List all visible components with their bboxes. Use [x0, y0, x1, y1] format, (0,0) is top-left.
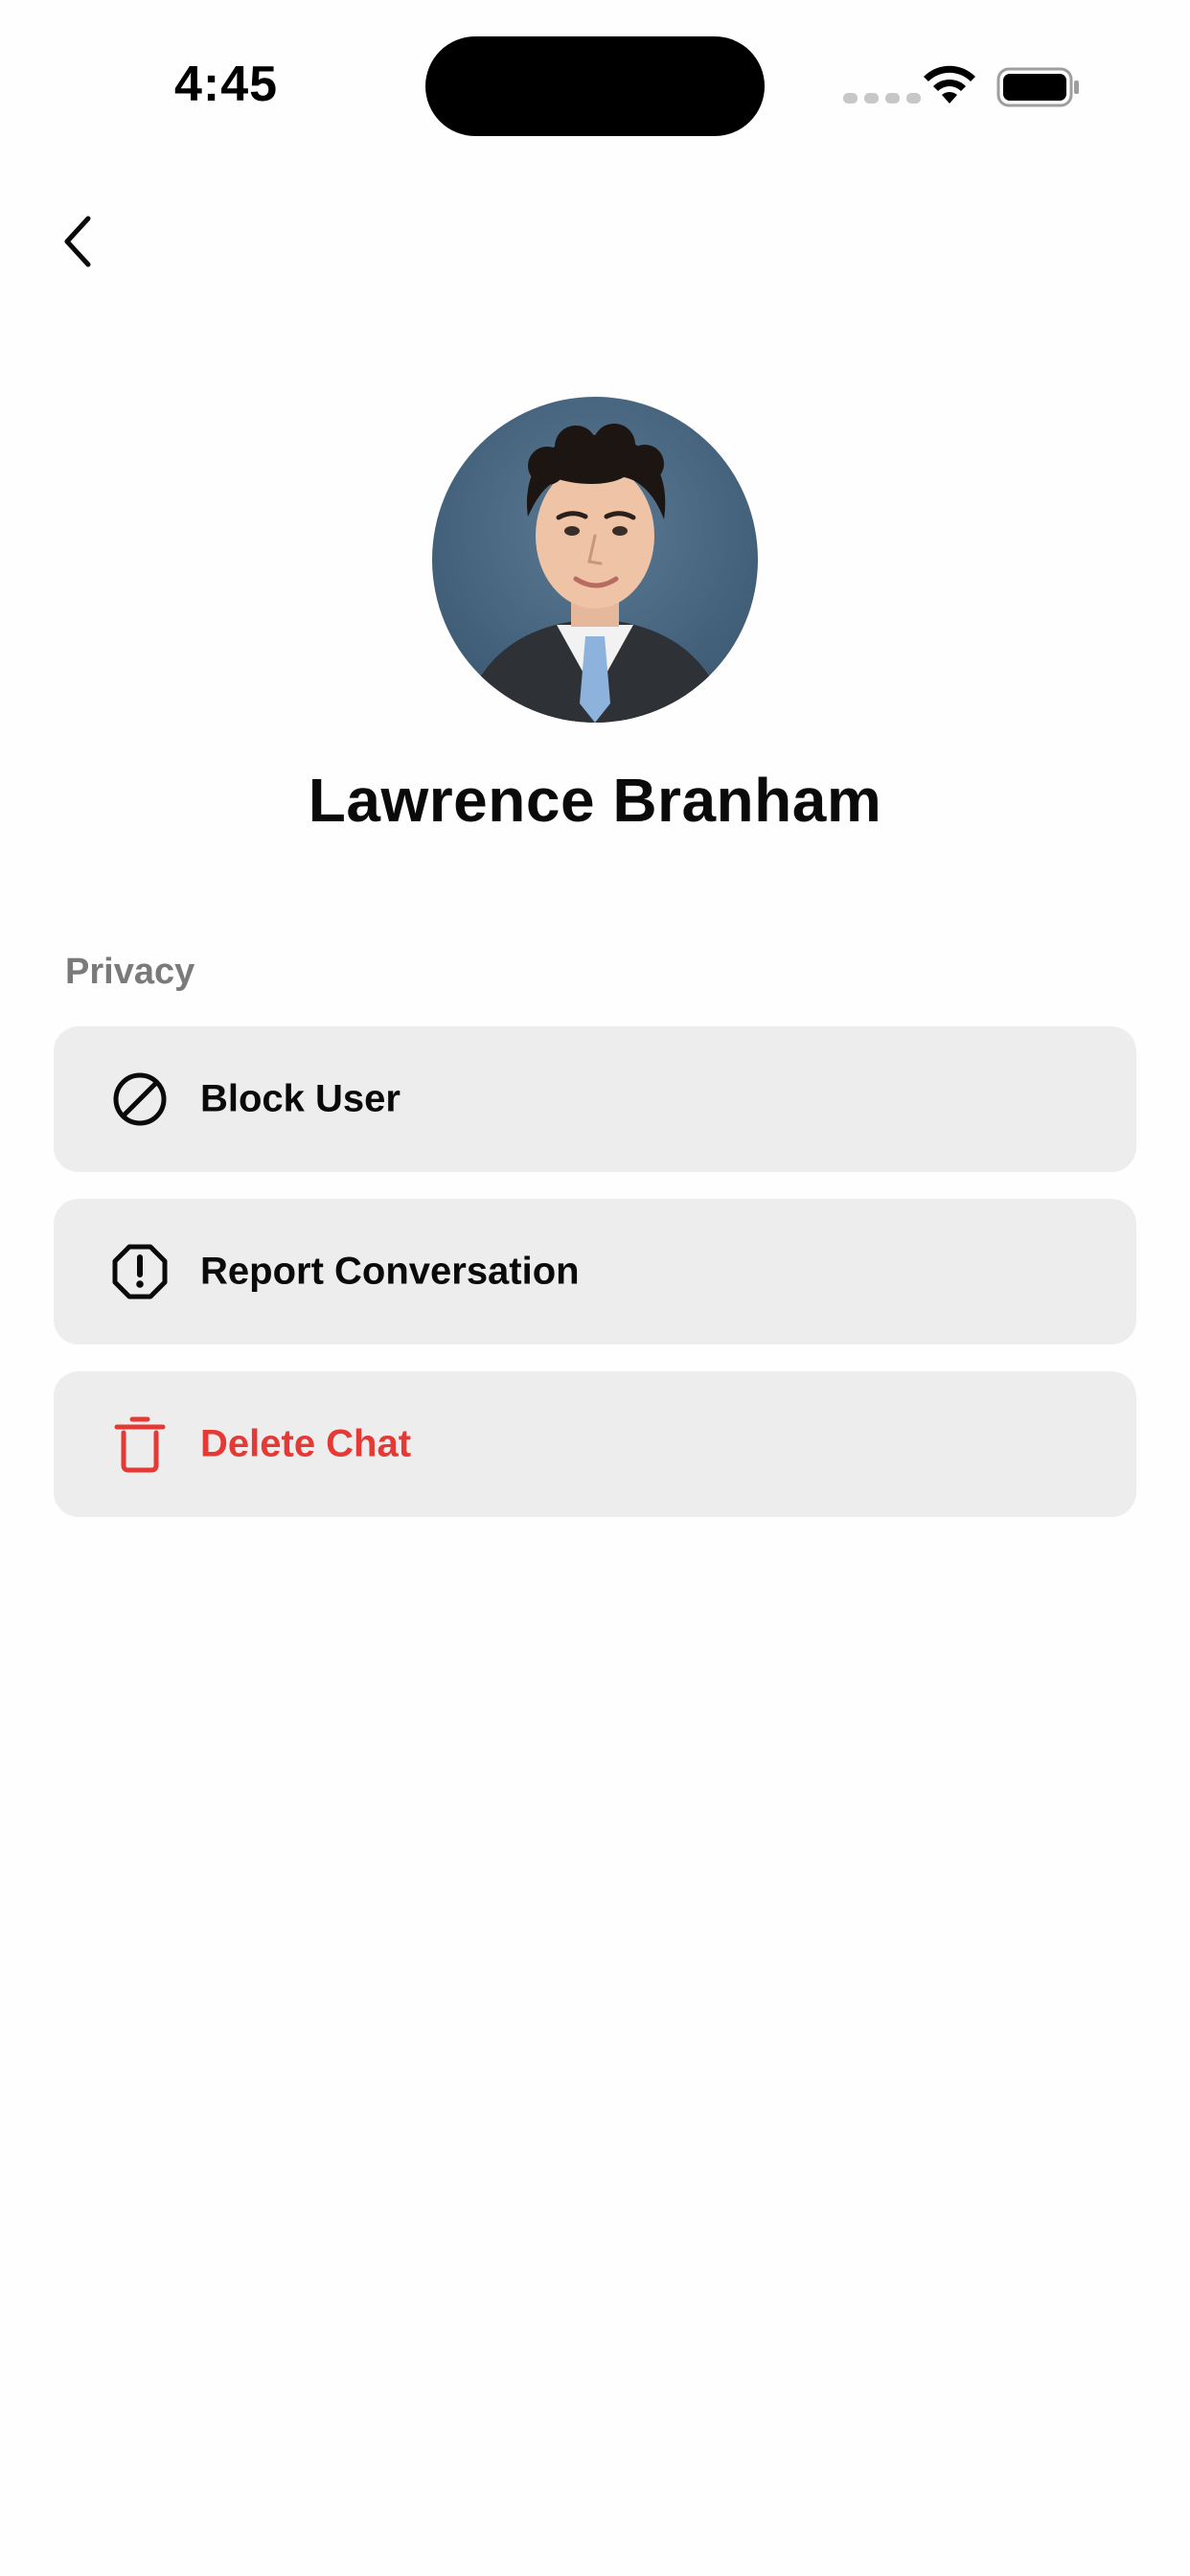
report-icon	[112, 1244, 168, 1300]
block-user-button[interactable]: Block User	[54, 1026, 1136, 1172]
delete-chat-button[interactable]: Delete Chat	[54, 1371, 1136, 1517]
dynamic-island	[425, 36, 765, 136]
report-conversation-button[interactable]: Report Conversation	[54, 1199, 1136, 1345]
status-bar: 4:45	[0, 0, 1190, 144]
block-user-label: Block User	[200, 1077, 400, 1120]
battery-icon	[996, 67, 1079, 107]
block-icon	[113, 1072, 167, 1126]
delete-chat-label: Delete Chat	[200, 1422, 412, 1465]
profile-name: Lawrence Branham	[308, 766, 882, 835]
back-button[interactable]	[42, 205, 115, 278]
section-label-privacy: Privacy	[65, 952, 195, 992]
report-conversation-label: Report Conversation	[200, 1250, 580, 1293]
trash-icon	[114, 1416, 166, 1473]
status-time: 4:45	[174, 57, 279, 112]
avatar	[432, 397, 758, 723]
chevron-left-icon	[64, 216, 91, 267]
cellular-signal-icon	[843, 93, 921, 104]
wifi-icon	[924, 65, 975, 104]
